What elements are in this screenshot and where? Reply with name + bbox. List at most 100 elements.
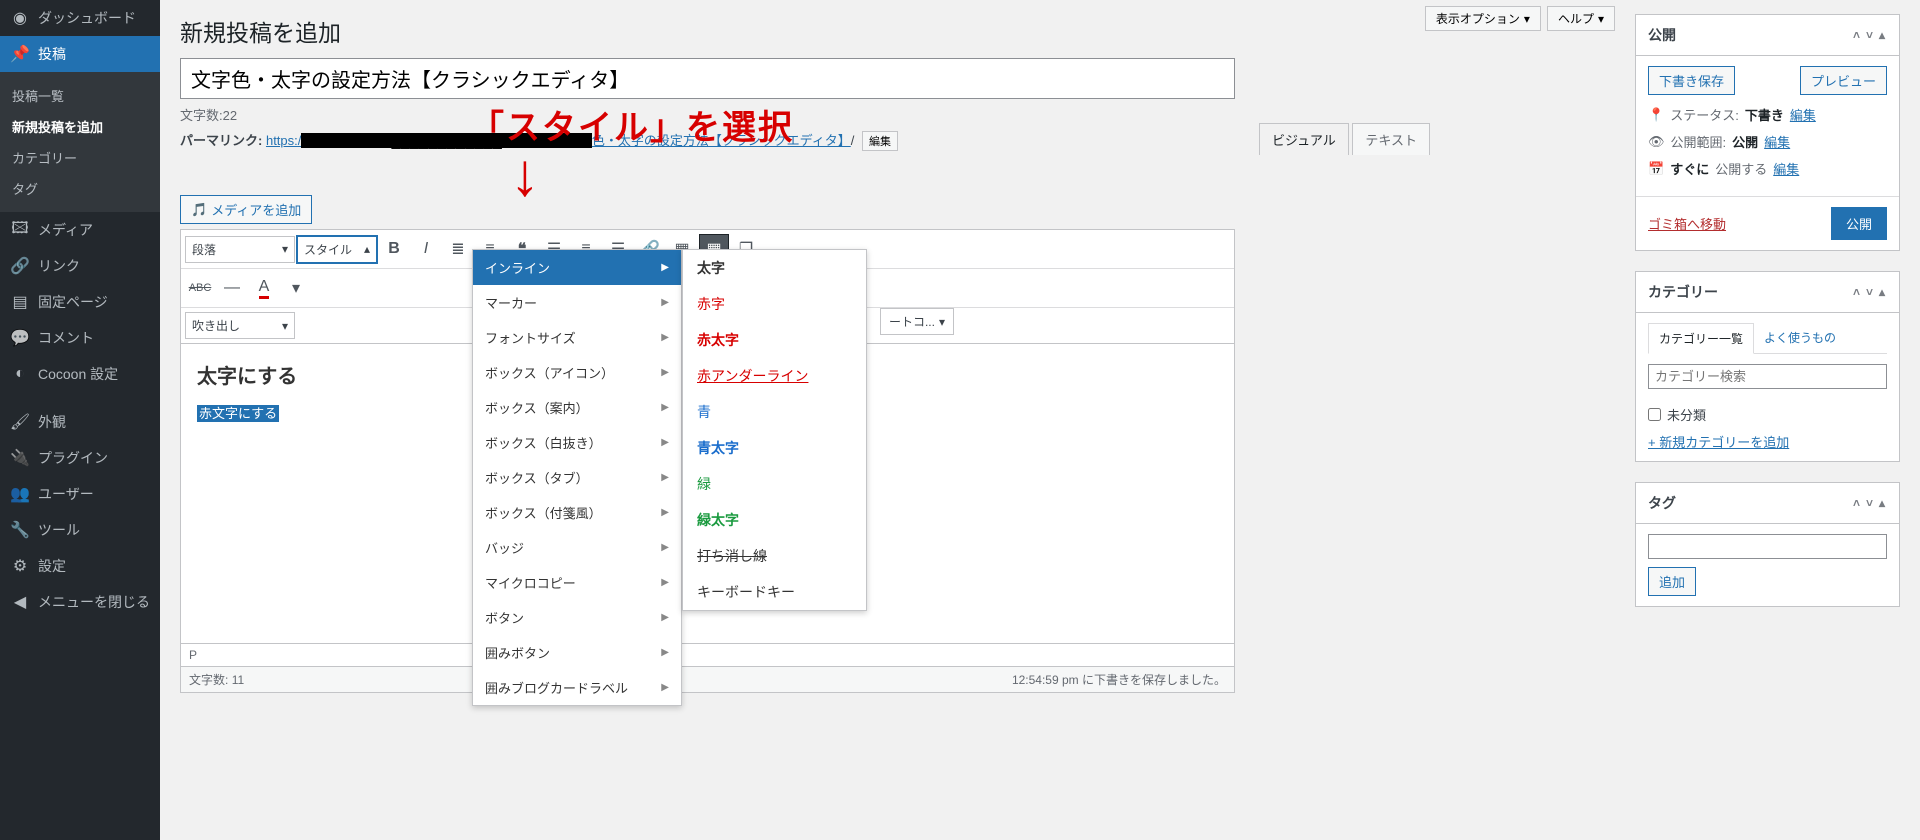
category-tab-frequent[interactable]: よく使うもの <box>1754 323 1846 353</box>
style-menu-item[interactable]: ボックス（アイコン）▶ <box>473 355 681 390</box>
wordcount-meta: 文字数:22 <box>180 105 1615 124</box>
box-toggle-icon[interactable]: ▴ <box>1877 494 1887 512</box>
editor-statusbar-path: P <box>180 644 1235 667</box>
style-menu-item[interactable]: ボックス（タブ）▶ <box>473 460 681 495</box>
style-menu-item[interactable]: ボックス（白抜き）▶ <box>473 425 681 460</box>
chevron-right-icon: ▶ <box>661 682 669 693</box>
inline-menu-item[interactable]: 青太字 <box>683 430 866 466</box>
category-uncategorized[interactable]: 未分類 <box>1648 405 1887 424</box>
sidebar-tools[interactable]: 🔧ツール <box>0 512 160 548</box>
paragraph-select[interactable]: 段落▾ <box>185 236 295 263</box>
preview-button[interactable]: プレビュー <box>1800 66 1887 95</box>
style-menu-item[interactable]: フォントサイズ▶ <box>473 320 681 355</box>
inline-menu-item[interactable]: 赤アンダーライン <box>683 358 866 394</box>
post-title-input[interactable] <box>180 58 1235 99</box>
inline-menu-item[interactable]: 緑 <box>683 466 866 502</box>
style-menu-item[interactable]: マーカー▶ <box>473 285 681 320</box>
text-color-button[interactable]: A <box>249 273 279 303</box>
tab-text[interactable]: テキスト <box>1352 123 1430 155</box>
sidebar-cocoon[interactable]: ◐Cocoon 設定 <box>0 356 160 392</box>
annotation-arrow-icon: ↓ <box>510 145 540 205</box>
admin-sidebar: ◉ダッシュボード 📌投稿 投稿一覧 新規投稿を追加 カテゴリー タグ 🖾メディア… <box>0 0 160 840</box>
style-menu-item[interactable]: ボックス（案内）▶ <box>473 390 681 425</box>
category-tab-all[interactable]: カテゴリー一覧 <box>1648 323 1754 354</box>
box-down-icon[interactable]: ˅ <box>1864 26 1875 44</box>
sidebar-users[interactable]: 👥ユーザー <box>0 476 160 512</box>
category-title: カテゴリー <box>1648 282 1718 302</box>
add-tag-button[interactable]: 追加 <box>1648 567 1696 596</box>
permalink-link[interactable]: https:/████████████色・太字の設定方法【クラシックエディタ】 <box>266 133 851 148</box>
tab-visual[interactable]: ビジュアル <box>1259 123 1349 155</box>
category-search-input[interactable] <box>1648 364 1887 389</box>
bold-button[interactable]: B <box>379 234 409 264</box>
right-column: 公開˄˅▴ 下書き保存 プレビュー 📍ステータス: 下書き 編集 👁公開範囲: … <box>1635 0 1920 840</box>
editor-statusbar: 文字数: 11 12:54:59 pm に下書きを保存しました。 <box>180 667 1235 693</box>
box-down-icon[interactable]: ˅ <box>1864 283 1875 301</box>
bullet-list-button[interactable]: ≣ <box>443 234 473 264</box>
style-menu-item[interactable]: ボックス（付箋風）▶ <box>473 495 681 530</box>
add-media-button[interactable]: 🎵メディアを追加 <box>180 195 312 224</box>
sidebar-posts-list[interactable]: 投稿一覧 <box>0 80 160 111</box>
save-draft-button[interactable]: 下書き保存 <box>1648 66 1735 95</box>
help-button[interactable]: ヘルプ ▾ <box>1547 6 1615 31</box>
sidebar-comments[interactable]: 💬コメント <box>0 320 160 356</box>
inline-menu-item[interactable]: 赤太字 <box>683 322 866 358</box>
sidebar-links[interactable]: 🔗リンク <box>0 248 160 284</box>
box-toggle-icon[interactable]: ▴ <box>1877 26 1887 44</box>
sidebar-appearance[interactable]: 🖌外観 <box>0 404 160 440</box>
sidebar-posts-categories[interactable]: カテゴリー <box>0 142 160 173</box>
chevron-right-icon: ▶ <box>661 437 669 448</box>
chevron-right-icon: ▶ <box>661 612 669 623</box>
sidebar-collapse[interactable]: ◀メニューを閉じる <box>0 584 160 620</box>
sidebar-posts-tags[interactable]: タグ <box>0 173 160 204</box>
status-edit-link[interactable]: 編集 <box>1790 105 1816 124</box>
inline-menu-item[interactable]: 打ち消し線 <box>683 538 866 574</box>
page-icon: ▤ <box>10 292 30 312</box>
add-category-link[interactable]: + 新規カテゴリーを追加 <box>1648 432 1887 451</box>
publish-title: 公開 <box>1648 25 1676 45</box>
sidebar-posts-new[interactable]: 新規投稿を追加 <box>0 111 160 142</box>
sidebar-settings[interactable]: ⚙設定 <box>0 548 160 584</box>
shortcode-select[interactable]: ートコ...▾ <box>880 308 954 335</box>
permalink-edit-button[interactable]: 編集 <box>862 131 898 151</box>
hr-button[interactable]: — <box>217 273 247 303</box>
sidebar-posts[interactable]: 📌投稿 <box>0 36 160 72</box>
box-down-icon[interactable]: ˅ <box>1864 494 1875 512</box>
style-menu-item[interactable]: インライン▶ <box>473 250 681 285</box>
move-to-trash-link[interactable]: ゴミ箱へ移動 <box>1648 214 1726 233</box>
inline-menu-item[interactable]: 太字 <box>683 250 866 286</box>
inline-menu-item[interactable]: 赤字 <box>683 286 866 322</box>
style-menu-item[interactable]: ボタン▶ <box>473 600 681 635</box>
style-menu-item[interactable]: 囲みボタン▶ <box>473 635 681 670</box>
sidebar-pages[interactable]: ▤固定ページ <box>0 284 160 320</box>
users-icon: 👥 <box>10 484 30 504</box>
box-up-icon[interactable]: ˄ <box>1851 494 1862 512</box>
sidebar-dashboard[interactable]: ◉ダッシュボード <box>0 0 160 36</box>
style-menu-item[interactable]: バッジ▶ <box>473 530 681 565</box>
chevron-right-icon: ▶ <box>661 542 669 553</box>
text-color-picker[interactable]: ▾ <box>281 273 311 303</box>
inline-menu-item[interactable]: 青 <box>683 394 866 430</box>
eye-icon: 👁 <box>1648 134 1665 150</box>
visibility-edit-link[interactable]: 編集 <box>1764 132 1790 151</box>
sidebar-plugins[interactable]: 🔌プラグイン <box>0 440 160 476</box>
inline-submenu: 太字赤字赤太字赤アンダーライン青青太字緑緑太字打ち消し線キーボードキー <box>682 249 867 611</box>
publish-button[interactable]: 公開 <box>1831 207 1887 240</box>
tags-input[interactable] <box>1648 534 1887 559</box>
box-up-icon[interactable]: ˄ <box>1851 283 1862 301</box>
style-menu-item[interactable]: マイクロコピー▶ <box>473 565 681 600</box>
schedule-edit-link[interactable]: 編集 <box>1773 159 1799 178</box>
selected-text: 赤文字にする <box>197 405 279 422</box>
box-up-icon[interactable]: ˄ <box>1851 26 1862 44</box>
inline-menu-item[interactable]: 緑太字 <box>683 502 866 538</box>
dashboard-icon: ◉ <box>10 8 30 28</box>
inline-menu-item[interactable]: キーボードキー <box>683 574 866 610</box>
style-menu-item[interactable]: 囲みブログカードラベル▶ <box>473 670 681 705</box>
style-select[interactable]: スタイル▴ <box>297 236 377 263</box>
italic-button[interactable]: I <box>411 234 441 264</box>
screen-options-button[interactable]: 表示オプション ▾ <box>1425 6 1541 31</box>
box-toggle-icon[interactable]: ▴ <box>1877 283 1887 301</box>
balloon-select[interactable]: 吹き出し▾ <box>185 312 295 339</box>
strikethrough-button[interactable]: ABC <box>185 273 215 303</box>
sidebar-media[interactable]: 🖾メディア <box>0 212 160 248</box>
